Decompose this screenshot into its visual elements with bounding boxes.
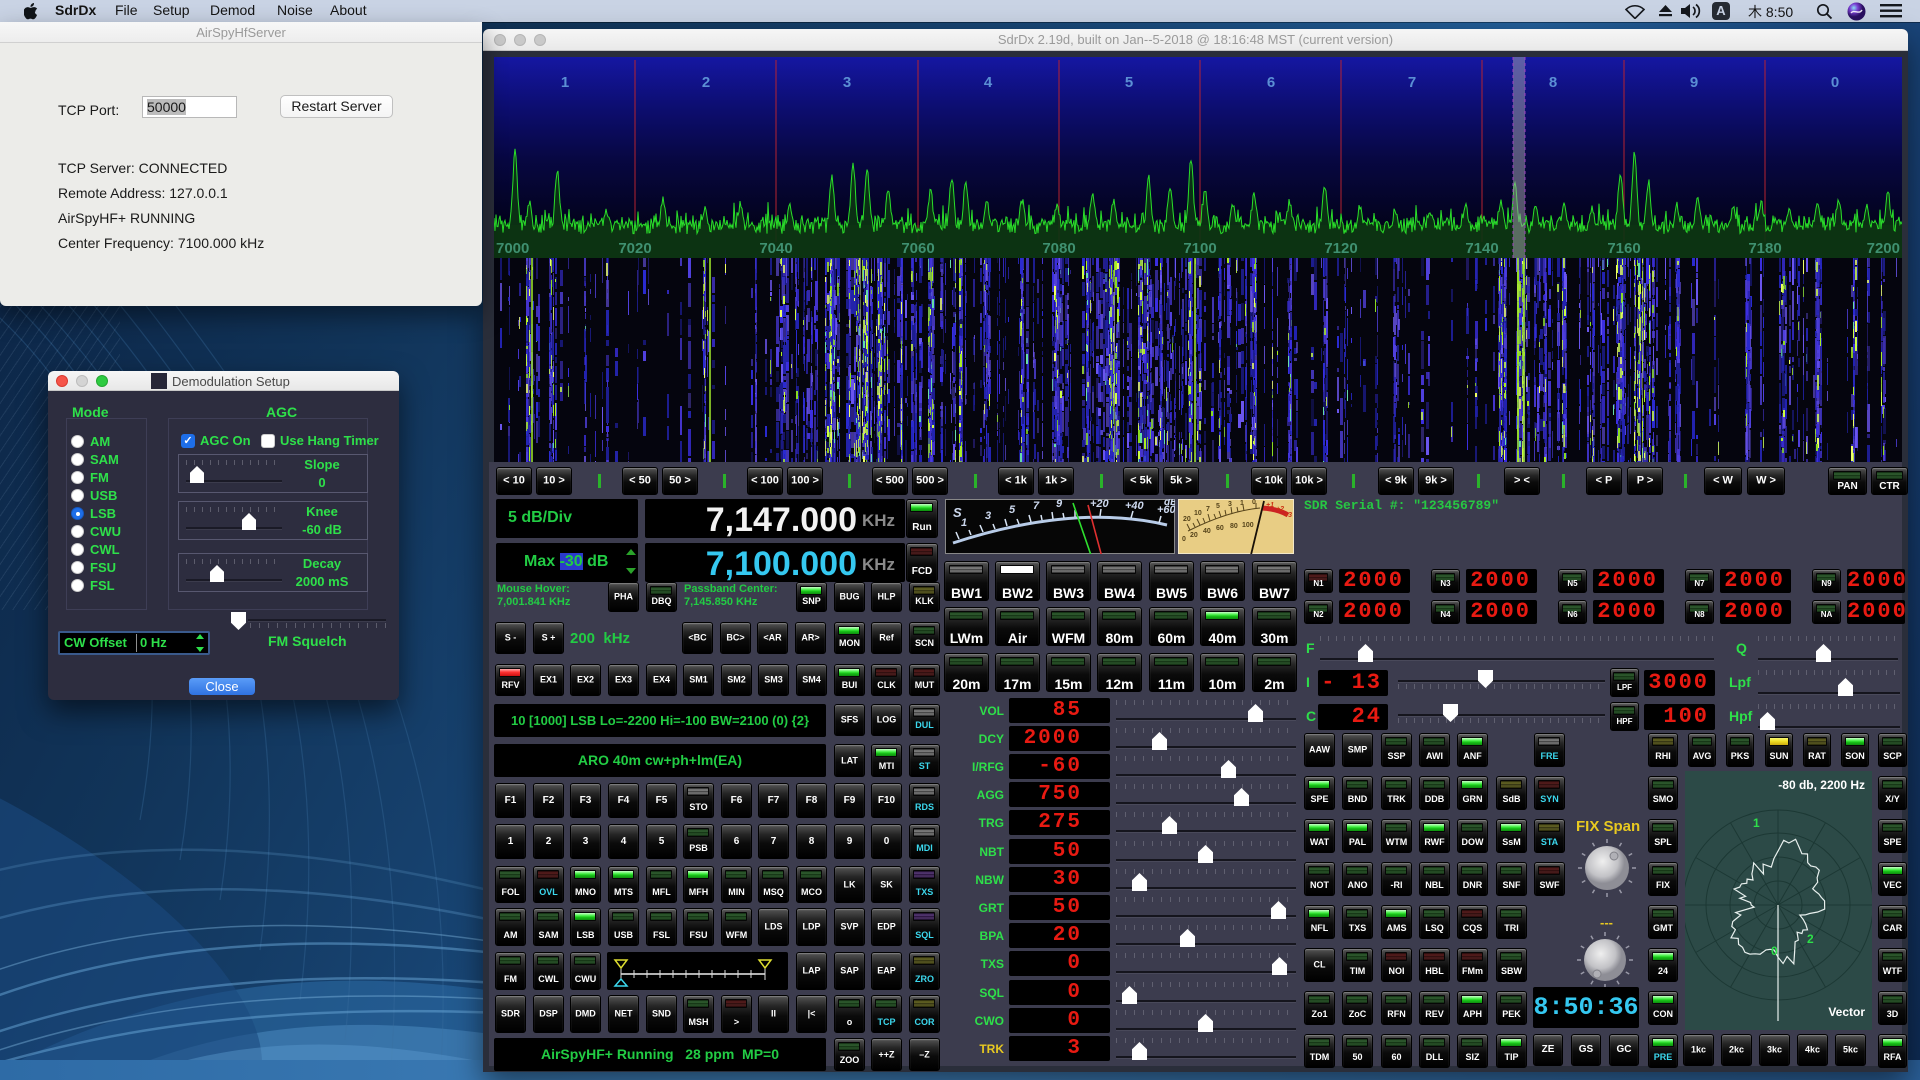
svg-text:7140: 7140: [1465, 240, 1498, 257]
svg-text:7: 7: [1408, 74, 1416, 91]
svg-text:7180: 7180: [1748, 240, 1781, 257]
svg-text:7040: 7040: [759, 240, 792, 257]
svg-text:7000: 7000: [496, 240, 529, 257]
svg-text:7200: 7200: [1867, 240, 1900, 257]
svg-text:40: 40: [1203, 528, 1211, 535]
svg-text:7: 7: [1033, 500, 1040, 512]
svg-text:1: 1: [961, 517, 967, 529]
svg-text:3: 3: [843, 74, 851, 91]
svg-text:7100: 7100: [1183, 240, 1216, 257]
svg-text:3: 3: [1228, 501, 1232, 508]
svg-text:5: 5: [1009, 504, 1016, 516]
svg-text:10: 10: [1194, 510, 1202, 517]
svg-text:0: 0: [1252, 499, 1256, 506]
svg-text:---: ---: [1600, 915, 1613, 930]
svg-text:0: 0: [1182, 536, 1186, 543]
svg-text:3: 3: [985, 510, 991, 522]
svg-text:7060: 7060: [901, 240, 934, 257]
svg-text:7120: 7120: [1324, 240, 1357, 257]
svg-text:7160: 7160: [1607, 240, 1640, 257]
svg-text:1: 1: [1753, 816, 1760, 830]
svg-text:2: 2: [702, 74, 710, 91]
svg-text:20: 20: [1183, 516, 1191, 523]
svg-text:20: 20: [1190, 532, 1198, 539]
svg-text:0: 0: [1831, 74, 1839, 91]
svg-text:5: 5: [1125, 74, 1133, 91]
svg-text:+40: +40: [1125, 500, 1145, 512]
svg-text:-80 db, 2200 Hz: -80 db, 2200 Hz: [1778, 778, 1865, 792]
svg-text:+20: +20: [1090, 499, 1110, 510]
svg-text:+2: +2: [1276, 506, 1284, 513]
svg-text:Vector: Vector: [1828, 1005, 1865, 1019]
svg-text:+1: +1: [1266, 502, 1274, 509]
svg-text:1: 1: [561, 74, 569, 91]
svg-text:2: 2: [1807, 932, 1814, 946]
svg-text:100: 100: [1242, 522, 1254, 529]
svg-text:+3: +3: [1284, 512, 1292, 519]
svg-text:7080: 7080: [1042, 240, 1075, 257]
svg-text:9: 9: [1690, 74, 1698, 91]
svg-text:5: 5: [1216, 503, 1220, 510]
svg-text:7: 7: [1206, 506, 1210, 513]
svg-text:6: 6: [1267, 74, 1275, 91]
svg-text:80: 80: [1230, 523, 1238, 530]
svg-text:60: 60: [1216, 525, 1224, 532]
svg-text:0: 0: [1771, 944, 1778, 958]
svg-text:8: 8: [1549, 74, 1557, 91]
svg-text:9: 9: [1056, 499, 1063, 510]
svg-text:7020: 7020: [618, 240, 651, 257]
svg-text:1: 1: [1240, 500, 1244, 507]
svg-text:dB: dB: [1164, 499, 1175, 508]
svg-text:4: 4: [984, 74, 993, 91]
